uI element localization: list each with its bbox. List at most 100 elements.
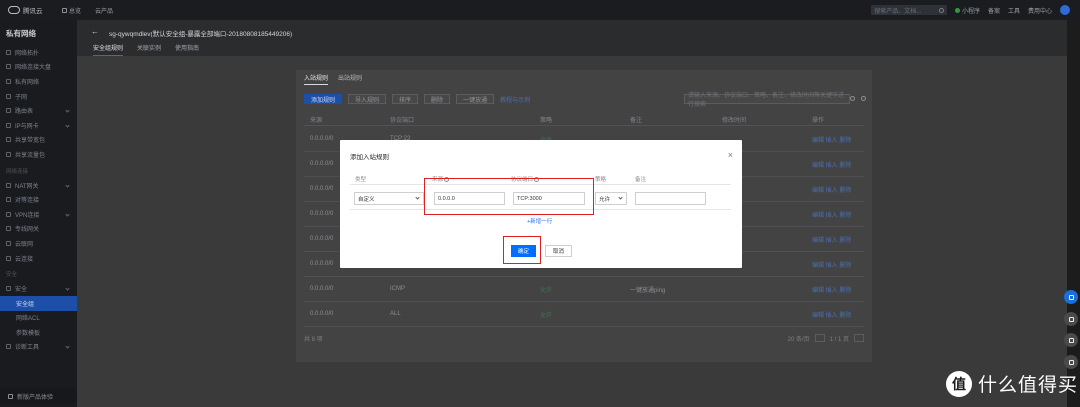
topology-icon	[6, 49, 11, 55]
brand-name: 腾讯云	[23, 8, 43, 15]
prev-page-button[interactable]	[814, 334, 825, 342]
sidebar-item-security[interactable]: 安全	[0, 281, 77, 296]
mini-program-link[interactable]: 小程序	[955, 6, 980, 15]
sidebar-item-peering[interactable]: 对等连接	[0, 192, 77, 207]
subnet-icon	[6, 93, 11, 99]
rule-actions[interactable]: 编辑 插入 删除	[812, 260, 864, 269]
search-icon[interactable]	[850, 96, 855, 101]
rule-policy: 允许	[540, 312, 553, 319]
tools-link[interactable]: 工具	[1008, 6, 1020, 15]
tab-inbound[interactable]: 入站规则	[304, 73, 329, 85]
chevron-down-icon	[65, 344, 70, 350]
chevron-down-icon	[65, 212, 70, 217]
gateway-icon	[6, 226, 11, 232]
sidebar-item-ip[interactable]: IP与网卡	[0, 118, 77, 133]
sort-button[interactable]: 排序	[392, 94, 419, 104]
sidebar-item-cloud-connect[interactable]: 云连接	[0, 251, 77, 266]
sidebar-item-vpn[interactable]: VPN连接	[0, 207, 77, 222]
sidebar-item-vpc[interactable]: 私有网络	[0, 74, 77, 89]
sidebar-title: 私有网络	[6, 29, 36, 38]
sidebar-item-dc-gateway[interactable]: 专线网关	[0, 222, 77, 237]
download-icon[interactable]	[861, 96, 866, 101]
add-inbound-rule-dialog: 添加入站规则 × 类型 来源 协议端口 策略 备注 自定义 0.0.0.0 TC…	[340, 140, 742, 268]
sidebar-group-title: 网络连接	[6, 168, 29, 175]
rule-actions[interactable]: 编辑 插入 删除	[812, 210, 864, 219]
billing-link[interactable]: 费用中心	[1028, 6, 1052, 15]
avatar[interactable]	[1060, 5, 1070, 15]
nav-products[interactable]: 云产品	[95, 6, 113, 15]
page-title: sg-qywqmdlev(默认安全组-暴露全部端口-20180808185449…	[109, 31, 293, 38]
tab-instances[interactable]: 关联实例	[137, 43, 161, 56]
edit-button[interactable]	[1064, 312, 1078, 326]
bandwidth-icon	[6, 137, 11, 143]
rule-actions[interactable]: 编辑 插入 删除	[812, 160, 864, 169]
sidebar-item-subnet[interactable]: 子网	[0, 89, 77, 104]
rule-policy: 允许	[540, 287, 553, 294]
policy-select[interactable]: 允许	[595, 192, 627, 205]
global-search-input[interactable]: 搜索产品、文档...	[871, 5, 948, 15]
sidebar-item-traffic[interactable]: 共享流量包	[0, 147, 77, 162]
info-icon	[444, 176, 450, 182]
new-version-toggle[interactable]: 新版产品体验	[0, 389, 77, 403]
tab-outbound[interactable]: 出站规则	[338, 73, 362, 85]
sidebar-item-acl[interactable]: 网络ACL	[0, 311, 77, 326]
source-input[interactable]: 0.0.0.0	[434, 192, 505, 205]
brand-logo[interactable]: 腾讯云	[0, 5, 58, 15]
watermark-text: 什么值得买	[978, 375, 1079, 396]
note-input[interactable]	[635, 192, 706, 205]
sidebar-item-templates[interactable]: 参数模板	[0, 325, 77, 340]
more-button[interactable]	[1064, 355, 1078, 369]
toggle-icon	[8, 393, 13, 399]
rule-actions[interactable]: 编辑 插入 删除	[812, 185, 864, 194]
protocol-port-input[interactable]: TCP:3000	[513, 192, 585, 205]
book-icon	[1068, 337, 1074, 343]
delete-button[interactable]: 删除	[424, 94, 451, 104]
next-page-button[interactable]	[854, 334, 864, 342]
import-rule-button[interactable]: 导入规则	[348, 94, 387, 104]
nav-overview[interactable]: 总览	[62, 6, 81, 15]
nat-icon	[6, 182, 11, 188]
tutorial-link[interactable]: 教程与示例	[500, 95, 530, 104]
close-icon[interactable]: ×	[728, 150, 733, 160]
rule-actions[interactable]: 编辑 插入 删除	[812, 135, 864, 144]
support-button[interactable]	[1064, 290, 1078, 304]
watermark-logo-icon: 值	[946, 370, 972, 397]
add-row-link[interactable]: +新增一行	[527, 217, 552, 225]
sidebar-item-ccn[interactable]: 云联网	[0, 236, 77, 251]
tab-guide[interactable]: 使用指南	[175, 43, 199, 56]
rule-source: 0.0.0.0/0	[310, 311, 334, 317]
rule-actions[interactable]: 编辑 插入 删除	[812, 285, 864, 294]
status-dot-icon	[955, 7, 961, 13]
table-row: 0.0.0.0/0 ALL 允许 编辑 插入 删除	[304, 302, 864, 327]
tab-rules[interactable]: 安全组规则	[93, 43, 124, 56]
page-size-select[interactable]: 20 条/页	[788, 334, 810, 343]
sidebar-item-topology[interactable]: 网络拓扑	[0, 45, 77, 60]
dialog-table-header: 类型 来源 协议端口 策略 备注	[350, 173, 731, 185]
rule-note: 一键放通ping	[630, 287, 666, 294]
sidebar-item-security-group[interactable]: 安全组	[0, 295, 77, 311]
rule-actions[interactable]: 编辑 插入 删除	[812, 310, 864, 319]
add-rule-button[interactable]: 添加规则	[304, 94, 343, 104]
docs-button[interactable]	[1064, 333, 1078, 347]
back-arrow-icon[interactable]: ←	[91, 27, 99, 36]
ccn-icon	[6, 240, 11, 246]
rule-actions[interactable]: 编辑 插入 删除	[812, 235, 864, 244]
info-icon	[534, 176, 540, 182]
rule-filter-input[interactable]: 请输入来源、协议端口、策略、备注、修改时间等关键字进行搜索	[684, 93, 850, 108]
sidebar-item-dashboard[interactable]: 网络连接大盘	[0, 60, 77, 75]
pagination: 共 8 项 20 条/页 1 / 1 页	[304, 332, 864, 344]
connect-icon	[6, 255, 11, 261]
confirm-button[interactable]: 确定	[511, 245, 536, 257]
sidebar-item-nat[interactable]: NAT网关	[0, 178, 77, 193]
page-header: ← sg-qywqmdlev(默认安全组-暴露全部端口-201808081854…	[77, 20, 1067, 56]
sidebar-item-diagnostics[interactable]: 诊断工具	[0, 340, 77, 355]
sidebar-item-bandwidth[interactable]: 共享带宽包	[0, 133, 77, 148]
type-select[interactable]: 自定义	[354, 192, 424, 205]
sidebar-item-route[interactable]: 路由表	[0, 103, 77, 118]
allow-all-button[interactable]: 一键放通	[456, 94, 495, 104]
cancel-button[interactable]: 取消	[545, 245, 572, 257]
chevron-down-icon	[65, 182, 70, 188]
filing-link[interactable]: 备案	[988, 6, 1000, 15]
table-header: 来源 协议端口 策略 备注 修改时间 操作	[304, 114, 864, 126]
headset-icon	[1068, 294, 1074, 300]
